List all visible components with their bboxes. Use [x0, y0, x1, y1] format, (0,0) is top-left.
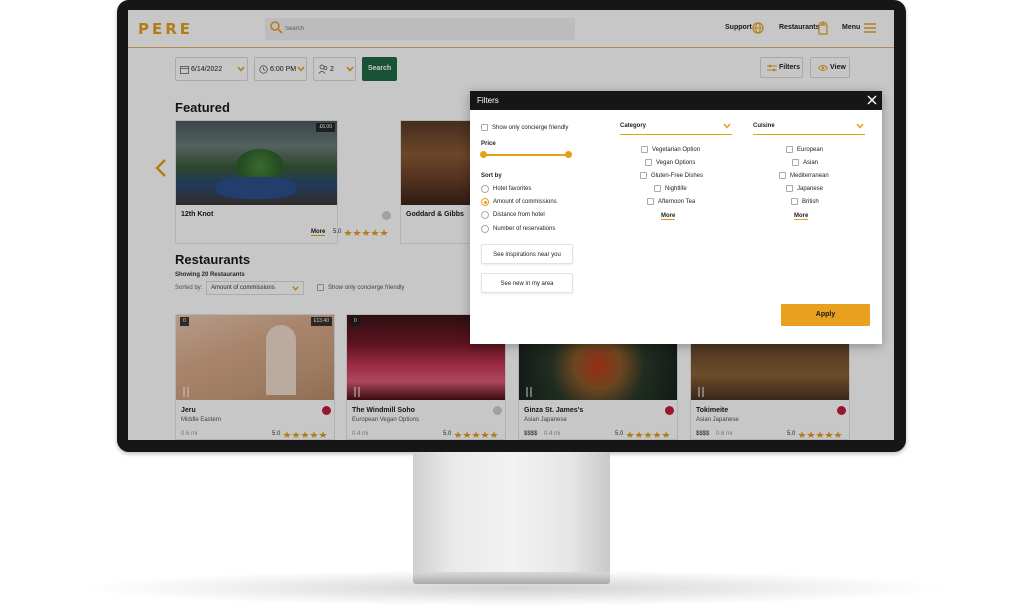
cuisine-checkbox-european[interactable]	[786, 146, 793, 153]
category-checkbox-gluten-free[interactable]	[640, 172, 647, 179]
filters-dialog: Filters Show only concierge friendly Pri…	[470, 91, 882, 344]
monitor-stand-base	[413, 572, 610, 584]
cuisine-label: Cuisine	[753, 123, 775, 129]
cuisine-option-label: Mediterranean	[790, 173, 829, 179]
filters-concierge-checkbox[interactable]	[481, 124, 488, 131]
category-checkbox-vegetarian[interactable]	[641, 146, 648, 153]
sort-radio-distance-from-hotel[interactable]	[481, 211, 489, 219]
restaurant-page: PERE Support Restaurants Menu	[128, 10, 894, 440]
cuisine-checkbox-mediterranean[interactable]	[779, 172, 786, 179]
cuisine-dropdown[interactable]: Cuisine	[753, 121, 865, 135]
price-slider-min-handle[interactable]	[480, 151, 487, 158]
sort-option-label: Hotel favorites	[493, 186, 532, 192]
cuisine-option-label: European	[797, 147, 824, 153]
filters-dialog-header: Filters	[470, 91, 882, 110]
sort-option-label: Distance from hotel	[493, 212, 545, 218]
see-new-in-area-button[interactable]: See new in my area	[481, 273, 573, 293]
category-dropdown[interactable]: Category	[620, 121, 732, 135]
price-label: Price	[481, 141, 496, 147]
chevron-down-icon	[856, 123, 864, 129]
sort-option-label: Amount of commissions	[493, 199, 557, 205]
monitor-screen: PERE Support Restaurants Menu	[128, 10, 894, 440]
apply-button[interactable]: Apply	[781, 304, 870, 326]
cuisine-more-link[interactable]: More	[794, 213, 809, 220]
cuisine-option-label: British	[802, 199, 819, 205]
category-label: Category	[620, 123, 647, 129]
category-option-label: Nightlife	[665, 186, 687, 192]
filters-dialog-title: Filters	[477, 96, 499, 105]
category-option-label: Vegetarian Option	[652, 147, 701, 153]
chevron-down-icon	[723, 123, 731, 129]
category-option-label: Afternoon Tea	[658, 199, 696, 205]
category-checkbox-afternoon-tea[interactable]	[647, 198, 654, 205]
sort-option-label: Number of reservations	[493, 226, 556, 232]
see-inspirations-button[interactable]: See inspirations near you	[481, 244, 573, 264]
category-option-label: Gluten-Free Dishes	[651, 173, 704, 179]
sort-by-label: Sort by	[481, 173, 502, 179]
cuisine-option-label: Asian	[803, 160, 819, 166]
category-option-label: Vegan Options	[656, 160, 696, 166]
cuisine-checkbox-japanese[interactable]	[786, 185, 793, 192]
category-checkbox-nightlife[interactable]	[654, 185, 661, 192]
price-slider-max-handle[interactable]	[565, 151, 572, 158]
cuisine-checkbox-british[interactable]	[791, 198, 798, 205]
sort-radio-hotel-favorites[interactable]	[481, 185, 489, 193]
close-icon[interactable]	[866, 94, 878, 106]
sort-radio-number-of-reservations[interactable]	[481, 225, 489, 233]
category-checkbox-vegan[interactable]	[645, 159, 652, 166]
filters-concierge-label: Show only concierge friendly	[492, 125, 569, 131]
sort-radio-amount-of-commissions[interactable]	[481, 198, 489, 206]
price-slider-track[interactable]	[483, 154, 570, 156]
monitor-stand	[413, 452, 610, 572]
cuisine-option-label: Japanese	[797, 186, 824, 192]
category-more-link[interactable]: More	[661, 213, 676, 220]
cuisine-checkbox-asian[interactable]	[792, 159, 799, 166]
